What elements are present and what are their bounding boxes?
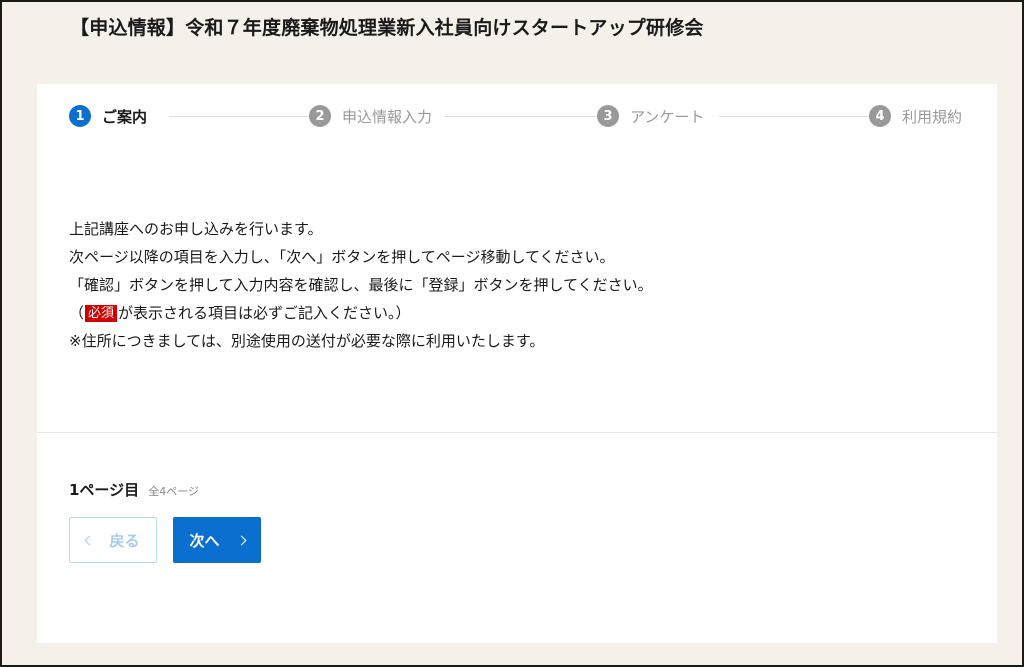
step-terms: 4 利用規約: [869, 101, 969, 131]
current-page-label: 1ページ目: [69, 481, 140, 499]
step-label: アンケート: [630, 107, 705, 126]
intro-line-required-note: （必須 が表示される項目は必ずご記入ください。）: [69, 299, 653, 327]
step-number: 1: [69, 105, 91, 127]
chevron-right-icon: [236, 535, 246, 545]
total-pages-label: 全4ページ: [148, 485, 200, 498]
page-indicator: 1ページ目 全4ページ: [69, 479, 199, 500]
step-questionnaire: 3 アンケート: [597, 101, 711, 131]
progress-stepper: 1 ご案内 2 申込情報入力 3 アンケート 4 利用規約: [69, 101, 969, 131]
intro-text: 上記講座へのお申し込みを行います。 次ページ以降の項目を入力し、「次へ」ボタンを…: [69, 215, 653, 355]
step-number: 2: [309, 105, 331, 127]
page-title: 【申込情報】令和７年度廃棄物処理業新入社員向けスタートアップ研修会: [70, 17, 704, 39]
required-note-text: が表示される項目は必ずご記入ください。）: [118, 304, 411, 322]
section-divider: [37, 432, 997, 433]
chevron-left-icon: [85, 535, 95, 545]
step-label: ご案内: [102, 107, 148, 126]
intro-line: 次ページ以降の項目を入力し、「次へ」ボタンを押してページ移動してください。: [69, 248, 615, 266]
form-card: 1 ご案内 2 申込情報入力 3 アンケート 4 利用規約 上記講座へのお申し込…: [37, 84, 997, 643]
required-badge: 必須: [85, 305, 118, 322]
next-button-label: 次へ: [189, 531, 220, 550]
back-button-label: 戻る: [109, 531, 140, 550]
paren-open: （: [69, 304, 85, 322]
step-guide: 1 ご案内: [69, 101, 154, 131]
intro-line: ※住所につきましては、別途使用の送付が必要な際に利用いたします。: [69, 332, 545, 350]
step-label: 申込情報入力: [342, 107, 433, 126]
step-number: 4: [869, 105, 891, 127]
back-button[interactable]: 戻る: [69, 517, 157, 563]
step-label: 利用規約: [902, 107, 963, 126]
intro-line: 「確認」ボタンを押して入力内容を確認し、最後に「登録」ボタンを押してください。: [69, 276, 653, 294]
next-button[interactable]: 次へ: [173, 517, 261, 563]
intro-line: 上記講座へのお申し込みを行います。: [69, 220, 323, 238]
step-application-input: 2 申込情報入力: [309, 101, 439, 131]
step-number: 3: [597, 105, 619, 127]
